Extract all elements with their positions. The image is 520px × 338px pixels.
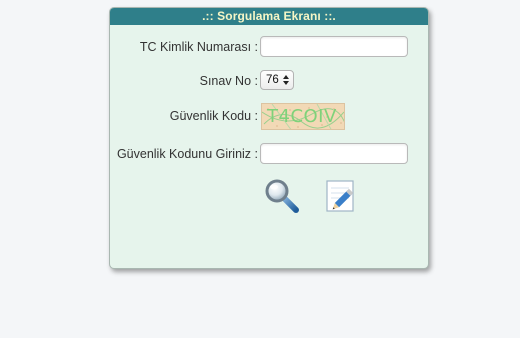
magnifier-icon <box>265 179 299 213</box>
captcha-input-label: Güvenlik Kodunu Giriniz : <box>116 147 258 161</box>
search-button[interactable] <box>264 178 300 214</box>
captcha-text: T4COIV <box>267 106 337 127</box>
select-updown-icon <box>283 75 289 85</box>
captcha-input[interactable] <box>260 143 408 164</box>
tc-label: TC Kimlik Numarası : <box>139 40 258 54</box>
sinav-label: Sınav No : <box>199 74 258 88</box>
tc-row: TC Kimlik Numarası : <box>110 35 428 59</box>
panel-title: .:: Sorgulama Ekranı ::. <box>110 8 428 25</box>
captcha-row: Güvenlik Kodu : T4COIV <box>110 103 428 130</box>
captcha-input-row: Güvenlik Kodunu Giriniz : <box>110 142 428 166</box>
captcha-image: T4COIV <box>261 103 345 130</box>
sinav-select[interactable]: 76 <box>260 70 294 90</box>
captcha-label: Güvenlik Kodu : <box>169 109 258 123</box>
tc-kimlik-input[interactable] <box>260 36 408 57</box>
sinav-row: Sınav No : 76 <box>110 69 428 93</box>
edit-button[interactable] <box>324 178 360 214</box>
sinav-select-value: 76 <box>266 74 279 86</box>
query-panel: .:: Sorgulama Ekranı ::. TC Kimlik Numar… <box>109 7 429 269</box>
pencil-edit-icon <box>326 180 354 212</box>
